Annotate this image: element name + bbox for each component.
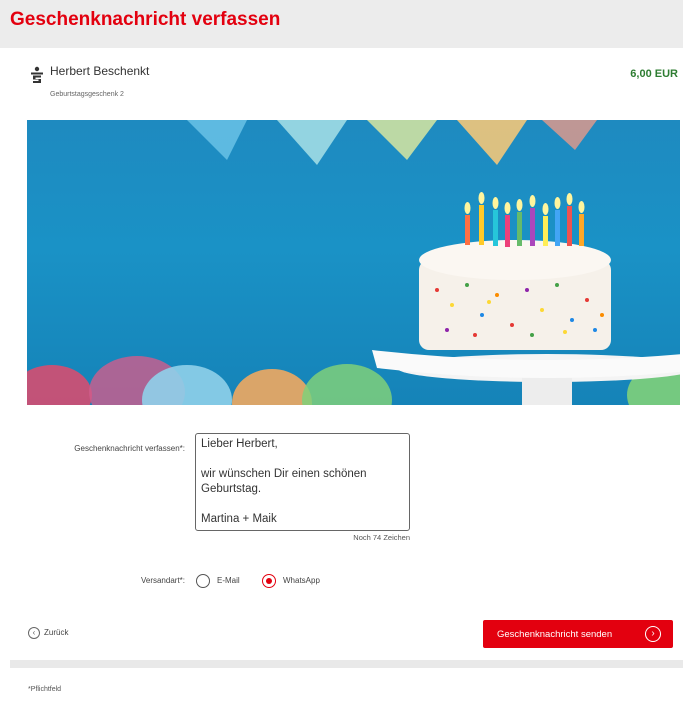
send-button-label: Geschenknachricht senden [497, 629, 613, 640]
radio-email[interactable] [196, 574, 210, 588]
message-line: Lieber Herbert, [201, 438, 278, 450]
message-line: wir wünschen Dir einen schönen [201, 468, 367, 480]
banner-illustration [27, 120, 680, 405]
chevron-right-circle-icon: › [645, 626, 661, 642]
radio-email-label[interactable]: E-Mail [217, 576, 240, 585]
product-price: 6,00 EUR [630, 68, 678, 80]
send-via-label: Versandart*: [140, 576, 185, 585]
chevron-left-circle-icon: ‹ [28, 627, 40, 639]
back-label: Zurück [44, 628, 69, 637]
message-line: Geburtstag. [201, 483, 262, 495]
candles [464, 192, 585, 247]
sparkasse-logo-icon [31, 66, 43, 83]
radio-whatsapp-label[interactable]: WhatsApp [283, 576, 320, 585]
send-message-button[interactable]: Geschenknachricht senden › [483, 620, 673, 648]
message-textarea[interactable]: Lieber Herbert, wir wünschen Dir einen s… [195, 433, 410, 531]
product-subtitle: Geburtstagsgeschenk 2 [50, 91, 124, 98]
product-row: Herbert Beschenkt Geburtstagsgeschenk 2 … [30, 62, 678, 106]
page-title: Geschenknachricht verfassen [10, 9, 281, 30]
section-divider [10, 660, 683, 668]
message-label: Geschenknachricht verfassen*: [74, 444, 185, 453]
message-line [201, 452, 404, 467]
message-line [201, 497, 404, 512]
radio-whatsapp[interactable] [262, 574, 276, 588]
product-name: Herbert Beschenkt [50, 64, 150, 78]
birthday-cake-image [27, 120, 680, 405]
message-line: Martina + Maik [201, 513, 277, 525]
character-counter: Noch 74 Zeichen [353, 533, 410, 542]
required-field-note: *Pflichtfeld [28, 686, 62, 693]
